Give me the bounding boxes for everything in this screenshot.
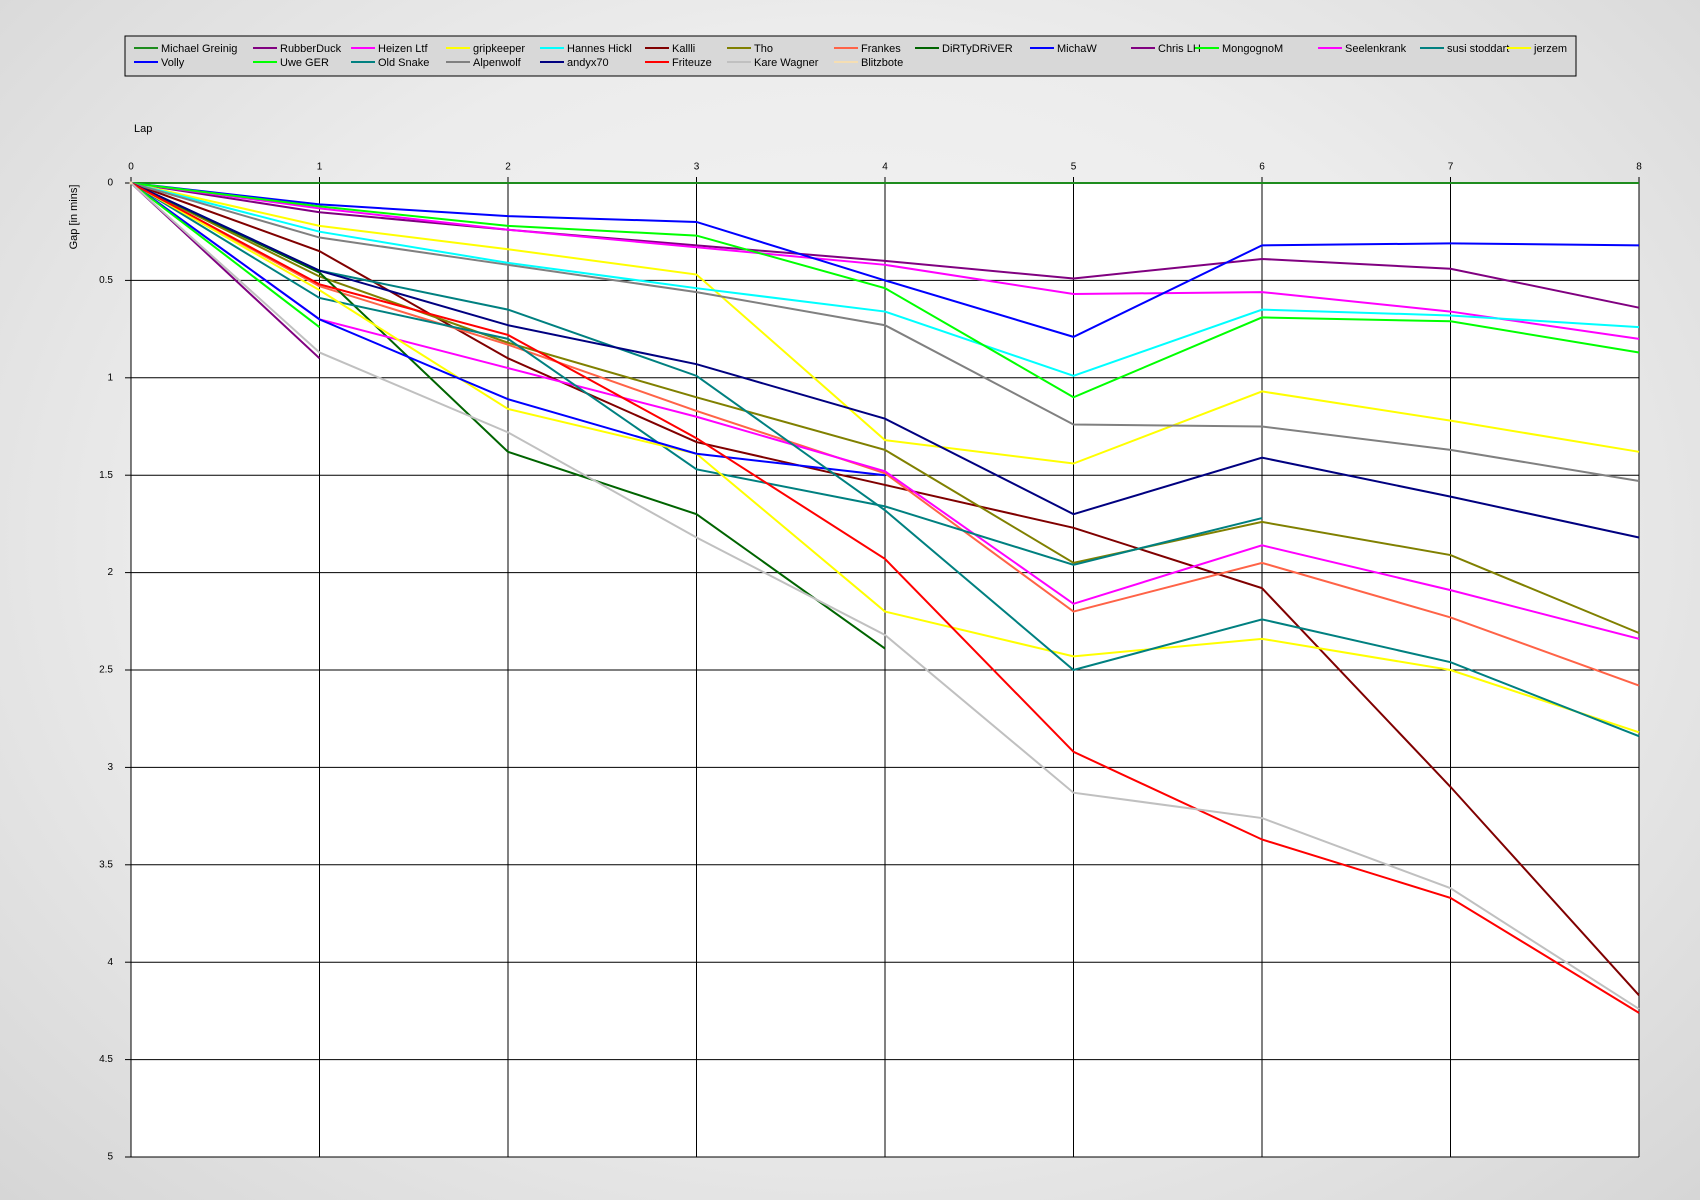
- legend-label: Heizen Ltf: [378, 43, 428, 55]
- x-tick-label: 4: [882, 162, 888, 173]
- legend-label: Kallli: [672, 43, 695, 55]
- legend-label: Uwe GER: [280, 57, 329, 69]
- x-tick-label: 7: [1448, 162, 1454, 173]
- x-tick-label: 3: [694, 162, 700, 173]
- y-tick-label: 4: [107, 957, 113, 968]
- legend-label: Seelenkrank: [1345, 43, 1407, 55]
- legend-label: Volly: [161, 57, 185, 69]
- x-tick-label: 0: [128, 162, 134, 173]
- y-tick-label: 1: [107, 372, 113, 383]
- x-tick-label: 5: [1071, 162, 1077, 173]
- x-axis-title: Lap: [134, 123, 152, 135]
- legend-label: susi stoddart: [1447, 43, 1509, 55]
- y-axis-title: Gap [in mins]: [68, 185, 80, 250]
- legend-label: jerzem: [1533, 43, 1567, 55]
- y-tick-label: 3: [107, 762, 113, 773]
- x-tick-label: 1: [317, 162, 323, 173]
- x-tick-label: 6: [1259, 162, 1265, 173]
- legend-label: Kare Wagner: [754, 57, 819, 69]
- y-tick-label: 1.5: [99, 470, 113, 481]
- legend-label: Old Snake: [378, 57, 429, 69]
- y-tick-label: 2.5: [99, 665, 113, 676]
- legend-label: MongognoM: [1222, 43, 1283, 55]
- legend-box: [124, 35, 1577, 77]
- legend-label: Friteuze: [672, 57, 712, 69]
- legend-label: Tho: [754, 43, 773, 55]
- plot-area: 0 1 2 3 4 5 6 7 8 0 0.5 1 1.5 2 2.5 3 3.5 4 4.5 5: [99, 162, 1642, 1163]
- gap-chart: Michael Greinig RubberDuck Heizen Ltf gripk…: [68, 35, 1642, 1163]
- legend-label: andyx70: [567, 57, 609, 69]
- y-tick-label: 2: [107, 567, 113, 578]
- y-tick-label: 4.5: [99, 1054, 113, 1065]
- legend-label: DiRTyDRiVER: [942, 43, 1013, 55]
- y-tick-label: 3.5: [99, 859, 113, 870]
- legend: Michael Greinig RubberDuck Heizen Ltf gripk…: [124, 35, 1577, 77]
- y-tick-label: 0: [107, 178, 113, 189]
- y-tick-label: 0.5: [99, 275, 113, 286]
- legend-label: MichaW: [1057, 43, 1097, 55]
- x-tick-label: 2: [505, 162, 511, 173]
- legend-label: Chris LH: [1158, 43, 1201, 55]
- legend-label: Alpenwolf: [473, 57, 522, 69]
- series-point-22: [129, 181, 133, 185]
- legend-label: Frankes: [861, 43, 901, 55]
- legend-label: RubberDuck: [280, 43, 342, 55]
- legend-label: Blitzbote: [861, 57, 903, 69]
- y-tick-label: 5: [107, 1152, 113, 1163]
- legend-label: Michael Greinig: [161, 43, 237, 55]
- legend-label: Hannes Hickl: [567, 43, 632, 55]
- legend-label: gripkeeper: [473, 43, 525, 55]
- x-tick-label: 8: [1636, 162, 1642, 173]
